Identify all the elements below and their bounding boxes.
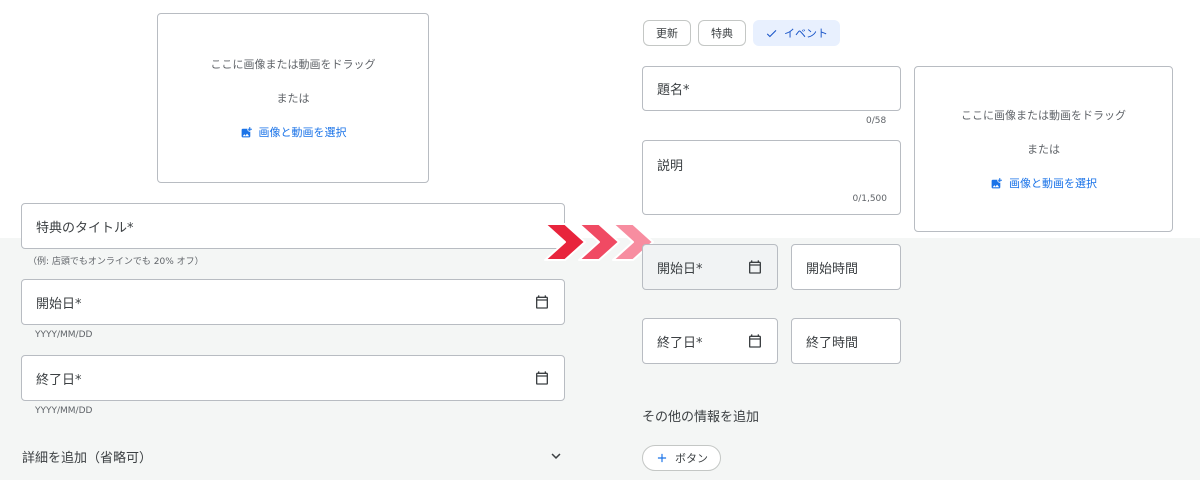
chip-update[interactable]: 更新 <box>643 20 691 46</box>
chip-offer[interactable]: 特典 <box>698 20 746 46</box>
add-details-label: 詳細を追加（省略可） <box>22 450 153 466</box>
chip-update-label: 更新 <box>656 27 678 40</box>
offer-title-label: 特典のタイトル* <box>36 220 134 236</box>
add-details-toggle[interactable]: 詳細を追加（省略可） <box>22 444 565 468</box>
add-button-label: ボタン <box>675 452 708 465</box>
end-date-label: 終了日* <box>36 372 82 388</box>
calendar-icon[interactable] <box>534 370 550 386</box>
event-description-counter: 0/1,500 <box>852 194 887 204</box>
select-media-label: 画像と動画を選択 <box>1009 177 1097 190</box>
calendar-icon[interactable] <box>747 333 763 349</box>
left-start-date-input[interactable]: 開始日* <box>21 279 565 325</box>
select-media-label: 画像と動画を選択 <box>258 126 347 139</box>
left-end-date-input[interactable]: 終了日* <box>21 355 565 401</box>
offer-title-helper: （例: 店頭でもオンラインでも 20% オフ） <box>28 257 204 267</box>
event-title-counter: 0/58 <box>866 116 887 126</box>
calendar-icon[interactable] <box>747 259 763 275</box>
upload-drag-text: ここに画像または動画をドラッグ <box>210 58 376 71</box>
right-upload-area[interactable]: ここに画像または動画をドラッグ または 画像と動画を選択 <box>914 66 1173 232</box>
start-time-input[interactable]: 開始時間 <box>791 244 901 290</box>
right-start-date-input[interactable]: 開始日* <box>642 244 778 290</box>
right-end-date-input[interactable]: 終了日* <box>642 318 778 364</box>
start-time-label: 開始時間 <box>806 261 859 277</box>
add-photo-icon <box>241 126 252 137</box>
upload-or-text: または <box>276 92 310 105</box>
upload-drag-text: ここに画像または動画をドラッグ <box>961 109 1126 122</box>
upload-or-text: または <box>1027 143 1060 156</box>
chip-offer-label: 特典 <box>711 27 733 40</box>
chevron-down-icon <box>551 453 561 459</box>
chip-event[interactable]: イベント <box>753 20 840 46</box>
event-title-input[interactable]: 題名* <box>642 66 901 111</box>
calendar-icon[interactable] <box>534 294 550 310</box>
left-upload-area[interactable]: ここに画像または動画をドラッグ または 画像と動画を選択 <box>157 13 429 183</box>
check-icon <box>766 29 777 37</box>
end-date-label: 終了日* <box>657 335 703 351</box>
offer-title-input[interactable]: 特典のタイトル* <box>21 203 565 249</box>
more-info-heading: その他の情報を追加 <box>642 410 760 425</box>
start-date-label: 開始日* <box>36 296 82 312</box>
add-button-button[interactable]: ボタン <box>642 445 721 471</box>
end-date-helper: YYYY/MM/DD <box>35 406 93 416</box>
plus-icon <box>657 453 667 463</box>
event-description-input[interactable]: 説明 0/1,500 <box>642 140 901 215</box>
arrow-1 <box>544 223 586 261</box>
end-time-input[interactable]: 終了時間 <box>791 318 901 364</box>
select-media-link[interactable]: 画像と動画を選択 <box>990 175 1097 191</box>
add-photo-icon <box>991 177 1002 188</box>
event-description-label: 説明 <box>657 159 684 174</box>
event-title-label: 題名* <box>657 83 690 98</box>
start-date-label: 開始日* <box>657 261 703 277</box>
start-date-helper: YYYY/MM/DD <box>35 330 93 340</box>
chip-event-label: イベント <box>784 27 828 40</box>
select-media-link[interactable]: 画像と動画を選択 <box>240 124 347 140</box>
end-time-label: 終了時間 <box>806 335 859 351</box>
